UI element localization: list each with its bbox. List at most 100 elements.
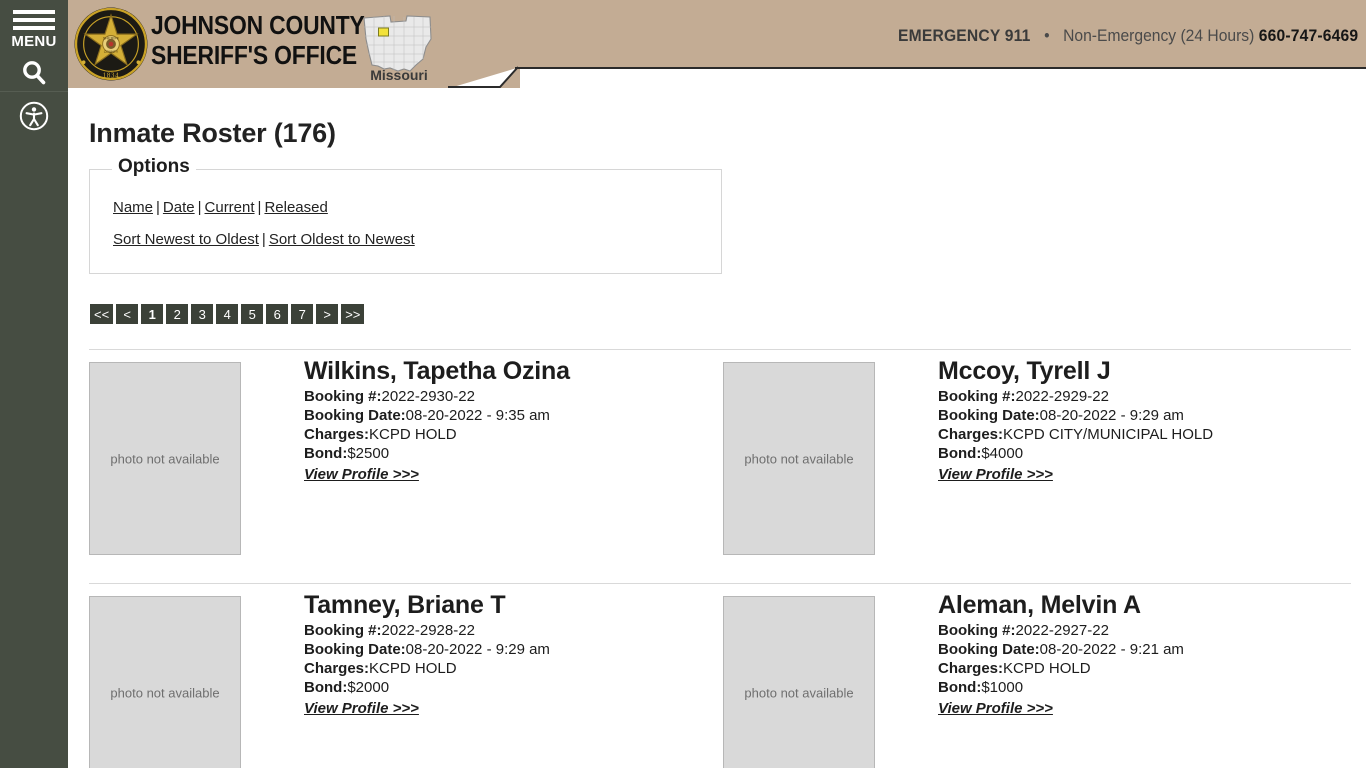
- field-value-bond: $1000: [981, 679, 1024, 696]
- filter-link-name[interactable]: Name: [113, 199, 153, 216]
- menu-button[interactable]: MENU: [0, 4, 68, 52]
- inmate-booking-number: Booking #:2022-2927-22: [938, 621, 1366, 640]
- pagination-page-3[interactable]: 3: [191, 304, 214, 324]
- filter-link-date[interactable]: Date: [163, 199, 195, 216]
- inmate-name: Wilkins, Tapetha Ozina: [304, 357, 570, 385]
- inmate-booking-number: Booking #:2022-2929-22: [938, 387, 1366, 406]
- filter-link-released[interactable]: Released: [264, 199, 327, 216]
- pagination-page-6[interactable]: 6: [266, 304, 289, 324]
- options-sort-row: Sort Newest to Oldest | Sort Oldest to New…: [113, 226, 415, 253]
- inmate-photo-placeholder: photo not available: [723, 362, 875, 555]
- pagination-page-1[interactable]: 1: [141, 304, 164, 324]
- accessibility-button[interactable]: [0, 100, 68, 136]
- pagination-page-4[interactable]: 4: [216, 304, 239, 324]
- inmate-bond: Bond:$2500: [304, 444, 734, 463]
- inmate-charges: Charges:KCPD HOLD: [938, 659, 1366, 678]
- field-label-charges: Charges:: [938, 426, 1004, 443]
- options-separator: |: [257, 199, 262, 216]
- field-value-booking-number: 2022-2929-22: [1015, 388, 1109, 405]
- pagination-page-2[interactable]: 2: [166, 304, 189, 324]
- non-emergency-phone[interactable]: 660-747-6469: [1258, 26, 1358, 45]
- options-links: Name | Date | Current | Released Sort Newest t…: [113, 194, 415, 253]
- options-filter-row: Name | Date | Current | Released: [113, 194, 415, 221]
- pagination-page-5[interactable]: 5: [241, 304, 264, 324]
- inmate-booking-date: Booking Date:08-20-2022 - 9:29 am: [938, 406, 1366, 425]
- site-title-line1: JOHNSON COUNTY: [151, 10, 365, 40]
- pagination-prev[interactable]: <: [116, 304, 139, 324]
- field-label-booking-date: Booking Date:: [304, 407, 406, 424]
- pagination-first[interactable]: <<: [90, 304, 114, 324]
- options-panel: Options Name | Date | Current | Released Sort …: [89, 156, 722, 274]
- inmate-booking-number: Booking #:2022-2928-22: [304, 621, 734, 640]
- photo-placeholder-text: photo not available: [744, 451, 854, 466]
- inmate-name: Mccoy, Tyrell J: [938, 357, 1111, 385]
- inmate-charges: Charges:KCPD HOLD: [304, 425, 734, 444]
- pagination-page-7[interactable]: 7: [291, 304, 314, 324]
- inmate-info: Aleman, Melvin A Booking #:2022-2927-22 …: [938, 590, 1366, 718]
- header-rule: [515, 67, 1366, 69]
- emergency-label: EMERGENCY 911: [897, 26, 1031, 45]
- field-label-booking-date: Booking Date:: [938, 407, 1040, 424]
- pagination: << < 1 2 3 4 5 6 7 > >>: [90, 304, 365, 324]
- non-emergency-label: Non-Emergency (24 Hours): [1062, 26, 1255, 45]
- inmate-bond: Bond:$1000: [938, 678, 1366, 697]
- site-title: JOHNSON COUNTY SHERIFF'S OFFICE: [151, 10, 365, 70]
- options-separator: |: [261, 231, 266, 248]
- view-profile-link[interactable]: View Profile >>>: [304, 700, 419, 717]
- inmate-name: Tamney, Briane T: [304, 591, 506, 619]
- field-value-charges: KCPD HOLD: [369, 426, 457, 443]
- view-profile-link[interactable]: View Profile >>>: [938, 700, 1053, 717]
- inmate-info: Tamney, Briane T Booking #:2022-2928-22 …: [304, 590, 734, 718]
- menu-label: MENU: [11, 33, 57, 50]
- state-label: Missouri: [370, 67, 428, 83]
- sort-link-newest-to-oldest[interactable]: Sort Newest to Oldest: [113, 231, 259, 248]
- inmate-booking-date: Booking Date:08-20-2022 - 9:21 am: [938, 640, 1366, 659]
- svg-text:1834: 1834: [103, 72, 120, 79]
- field-label-bond: Bond:: [938, 679, 982, 696]
- inmate-photo-placeholder: photo not available: [723, 596, 875, 768]
- options-legend: Options: [112, 156, 196, 178]
- inmate-info: Wilkins, Tapetha Ozina Booking #:2022-29…: [304, 356, 734, 484]
- field-value-booking-date: 08-20-2022 - 9:21 am: [1039, 641, 1184, 658]
- field-label-charges: Charges:: [304, 426, 370, 443]
- field-value-booking-number: 2022-2930-22: [381, 388, 475, 405]
- site-header: 1834 SHERIFF COUNTY JOHNSON COUNTY SHERI…: [68, 0, 1366, 88]
- hamburger-menu-icon: [13, 10, 55, 30]
- sort-link-oldest-to-newest[interactable]: Sort Oldest to Newest: [269, 231, 415, 248]
- field-label-booking-number: Booking #:: [304, 622, 382, 639]
- inmate-charges: Charges:KCPD HOLD: [304, 659, 734, 678]
- view-profile-link[interactable]: View Profile >>>: [304, 466, 419, 483]
- inmate-booking-date: Booking Date:08-20-2022 - 9:35 am: [304, 406, 734, 425]
- field-label-bond: Bond:: [938, 445, 982, 462]
- field-label-booking-date: Booking Date:: [304, 641, 406, 658]
- main-content: Inmate Roster (176) Options Name | Date | Cu…: [68, 88, 1366, 768]
- field-value-charges: KCPD HOLD: [1003, 660, 1091, 677]
- field-label-bond: Bond:: [304, 445, 348, 462]
- view-profile-link[interactable]: View Profile >>>: [938, 466, 1053, 483]
- inmate-info: Mccoy, Tyrell J Booking #:2022-2929-22 B…: [938, 356, 1366, 484]
- inmate-name: Aleman, Melvin A: [938, 591, 1141, 619]
- site-title-line2: SHERIFF'S OFFICE: [151, 40, 358, 70]
- field-value-booking-number: 2022-2928-22: [381, 622, 475, 639]
- svg-text:SHERIFF: SHERIFF: [103, 36, 120, 40]
- search-button[interactable]: [0, 58, 68, 92]
- photo-placeholder-text: photo not available: [110, 451, 220, 466]
- filter-link-current[interactable]: Current: [205, 199, 255, 216]
- options-separator: |: [156, 199, 160, 216]
- field-value-booking-number: 2022-2927-22: [1015, 622, 1109, 639]
- options-separator: |: [197, 199, 202, 216]
- field-value-booking-date: 08-20-2022 - 9:29 am: [1039, 407, 1184, 424]
- inmate-booking-number: Booking #:2022-2930-22: [304, 387, 734, 406]
- sheriff-badge-icon: 1834 SHERIFF COUNTY: [74, 7, 148, 81]
- field-value-charges: KCPD HOLD: [369, 660, 457, 677]
- left-sidebar: MENU: [0, 0, 68, 768]
- pagination-next[interactable]: >: [316, 304, 339, 324]
- header-contact-info: EMERGENCY 911 • Non-Emergency (24 Hours)…: [898, 26, 1358, 46]
- photo-placeholder-text: photo not available: [744, 685, 854, 700]
- page-title: Inmate Roster (176): [89, 118, 336, 148]
- pagination-last[interactable]: >>: [341, 304, 365, 324]
- field-value-booking-date: 08-20-2022 - 9:29 am: [405, 641, 550, 658]
- field-value-booking-date: 08-20-2022 - 9:35 am: [405, 407, 550, 424]
- page-root: MENU 1834 SHERIFF COUNTY JOHNSON COUNTY …: [0, 0, 1366, 768]
- inmate-booking-date: Booking Date:08-20-2022 - 9:29 am: [304, 640, 734, 659]
